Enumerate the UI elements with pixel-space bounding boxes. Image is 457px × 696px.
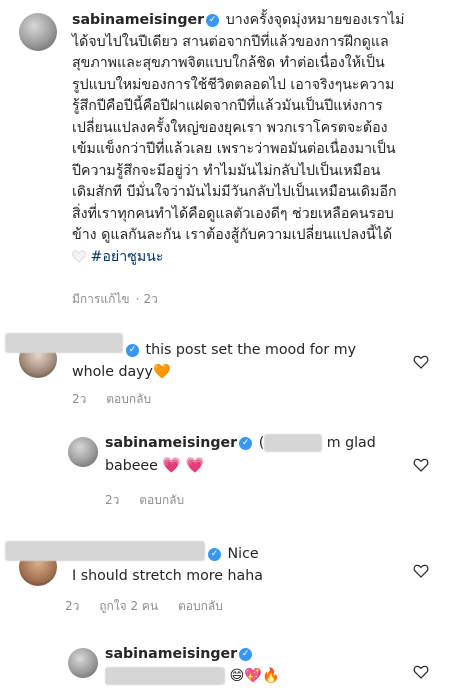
comment-3-text-line1: Nice xyxy=(227,546,259,562)
comment-2-username[interactable]: sabinameisinger xyxy=(105,435,237,451)
comment-1-reply-button[interactable]: ตอบกลับ xyxy=(106,392,151,406)
comment-1-verified-icon: ✓ xyxy=(126,343,139,357)
caption-line-4: รู้สึกปีคือปีนี้คือปีฝาแฝดจากปีที่แล้วมั… xyxy=(72,98,383,114)
comment-2-text-line2: babeee xyxy=(105,457,158,474)
caption-line-5: เปลี่ยนแปลงครั้งใหญ่ของยุคเรา พวกเราโครต… xyxy=(72,119,388,136)
caption-edited-label: มีการแก้ไข xyxy=(72,292,130,306)
caption-line-2: สุขภาพและสุขภาพจิตแบบใกล้ชิด ทำต่อเนื่อง… xyxy=(72,55,385,71)
caption-text: sabinameisinger ✓ บางครั้งจุดมุ่งหมายของเ… xyxy=(72,10,450,268)
comment-3-text: ✓ Nice I should stretch more haha xyxy=(72,544,412,587)
pink-hearts-emoji: 💗 💗 xyxy=(162,455,205,474)
comment-2-like-icon[interactable] xyxy=(413,457,429,473)
caption-time: 2ว xyxy=(143,292,158,306)
comment-1-text-line2: whole dayy xyxy=(72,363,153,380)
comment-3-likes[interactable]: ถูกใจ 2 คน xyxy=(99,599,158,613)
caption-line-3: รูปแบบใหม่ของการใช้ชีวิตตลอดไป เอาจริงๆน… xyxy=(72,76,395,93)
comment-2-meta: 2ว ตอบกลับ xyxy=(105,491,200,510)
white-heart-emoji-icon xyxy=(72,250,86,263)
caption-line-8: เดิมสักที บีมั่นใจว่ามันไม่มีวันกลับไปเป… xyxy=(72,184,397,200)
orange-heart-emoji: 🧡 xyxy=(152,363,171,380)
comment-4-emoji: 😄💖🔥 xyxy=(229,667,280,684)
caption-avatar[interactable] xyxy=(19,13,57,51)
comment-4-like-icon[interactable] xyxy=(413,664,429,680)
comment-2-reply-button[interactable]: ตอบกลับ xyxy=(139,493,184,507)
comment-1-like-icon[interactable] xyxy=(413,354,429,370)
comment-2-mention-redacted xyxy=(264,434,323,452)
comment-2-verified-icon: ✓ xyxy=(239,436,253,450)
caption-line-1: ได้จบไปในปีเดียว สานต่อจากปีที่แล้วของกา… xyxy=(72,33,389,50)
caption-line-10: ข้าง ดูแลกันละกัน เราต้องสู้กับความเปลี่… xyxy=(72,227,393,243)
caption-line-9: สิ่งที่เราทุกคนทำได้คือดูแลตัวเองดีๆ ช่ว… xyxy=(72,205,394,222)
comment-1-text: ✓ this post set the mood for my whole da… xyxy=(72,340,412,383)
comment-4-avatar[interactable] xyxy=(68,648,98,678)
comment-4-text: sabinameisinger ✓ 😄💖🔥 xyxy=(105,644,405,687)
comment-2-text-line1: m glad xyxy=(326,435,376,451)
comment-4-verified-icon: ✓ xyxy=(239,647,253,661)
comment-3-meta: 2ว ถูกใจ 2 คน ตอบกลับ xyxy=(65,597,239,616)
comment-3-text-line2: I should stretch more haha xyxy=(72,567,263,584)
comment-4-username[interactable]: sabinameisinger xyxy=(105,646,237,662)
caption-line-0: บางครั้งจุดมุ่งหมายของเราไม่ xyxy=(225,12,405,28)
caption-hashtag[interactable]: #อย่าซูมนะ xyxy=(91,249,164,265)
caption-username[interactable]: sabinameisinger xyxy=(72,12,204,28)
comment-3-like-icon[interactable] xyxy=(413,563,429,579)
comment-2-text: sabinameisinger ✓ ( m glad babeee 💗 💗 xyxy=(105,433,405,477)
comment-3-time: 2ว xyxy=(65,599,80,613)
comment-1-text-line1: this post set the mood for my xyxy=(145,342,356,358)
caption-meta: มีการแก้ไข · 2ว xyxy=(72,292,158,306)
comment-3-verified-icon: ✓ xyxy=(208,547,221,561)
comment-4-text-redacted xyxy=(105,666,225,685)
caption-line-6: เข้มแข็งกว่าปีที่แล้วเลย เพราะว่าพอมันต่… xyxy=(72,141,396,157)
caption-line-7: ปีความรู้สึกจะมีอยู่ว่า ทำไมมันไม่กลับไป… xyxy=(72,162,381,179)
verified-badge-icon: ✓ xyxy=(206,13,220,27)
comment-1-time: 2ว xyxy=(72,392,87,406)
comment-3-reply-button[interactable]: ตอบกลับ xyxy=(178,599,223,613)
comment-2-time: 2ว xyxy=(105,493,120,507)
comment-1-meta: 2ว ตอบกลับ xyxy=(72,390,167,409)
comment-2-avatar[interactable] xyxy=(68,437,98,467)
